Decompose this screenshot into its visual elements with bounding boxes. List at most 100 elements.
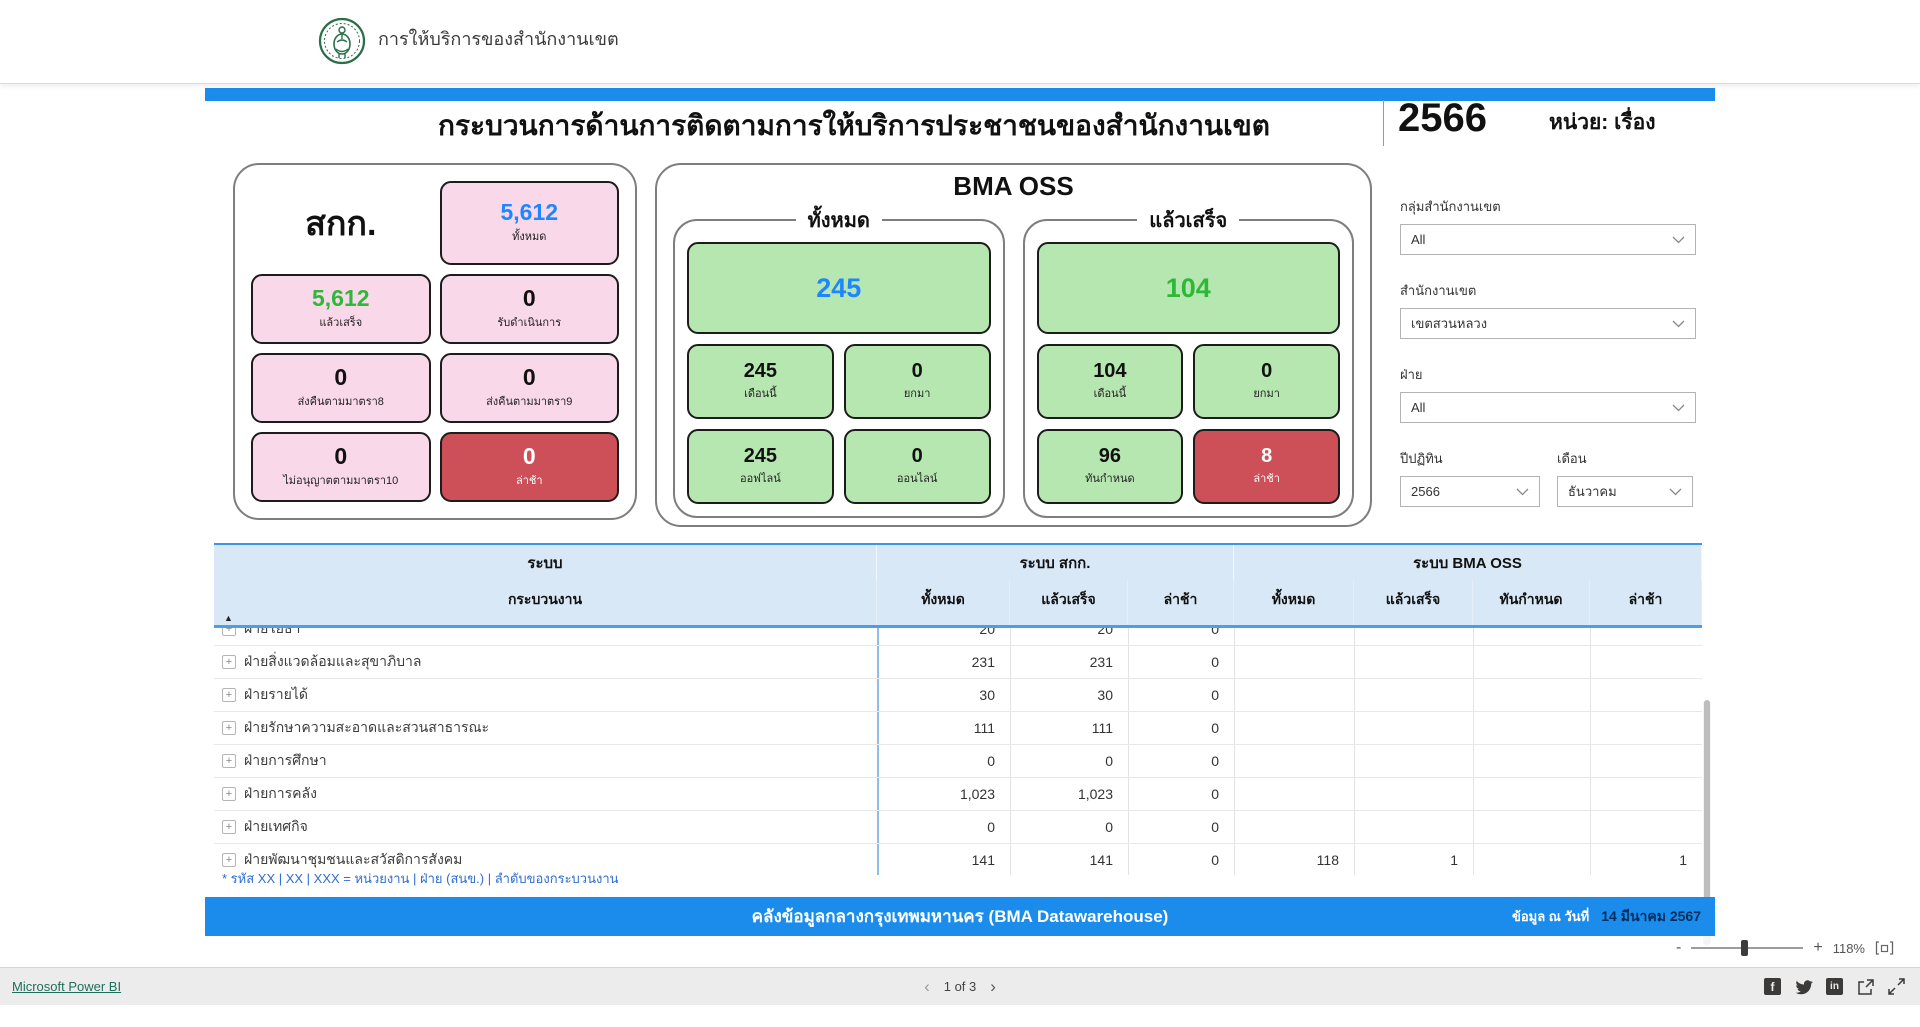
fit-to-page-icon[interactable]: [1875, 941, 1894, 956]
oss-group-legend: แล้วเสร็จ: [1137, 204, 1239, 236]
scrollbar-thumb[interactable]: [1704, 700, 1710, 918]
kpi-value: 0: [523, 445, 536, 468]
column-header-sakok-total[interactable]: ทั้งหมด: [877, 580, 1010, 625]
cell-oss-late: [1590, 628, 1702, 645]
kpi-card-oss-total-carryover: 0 ยกมา: [844, 344, 991, 419]
oss-group-done: แล้วเสร็จ 104 104 เดือนนี้ 0 ยกมา: [1023, 204, 1355, 518]
column-header-oss-total[interactable]: ทั้งหมด: [1234, 580, 1354, 625]
cell-sakok-late: 0: [1128, 745, 1234, 777]
zoom-in-button[interactable]: +: [1813, 940, 1822, 956]
kpi-card-oss-total-online: 0 ออนไลน์: [844, 429, 991, 504]
kpi-value: 5,612: [312, 287, 370, 310]
expand-row-icon[interactable]: +: [222, 688, 236, 702]
kpi-value: 104: [1166, 275, 1211, 302]
table-row: +ฝ่ายการคลัง 1,023 1,023 0: [214, 778, 1702, 811]
kpi-card-sakok-total: 5,612 ทั้งหมด: [440, 181, 620, 265]
cell-oss-ontime: [1473, 745, 1590, 777]
cell-sakok-total: 20: [877, 628, 1010, 645]
kpi-card-oss-done-late: 8 ล่าช้า: [1193, 429, 1340, 504]
month-dropdown[interactable]: ธันวาคม: [1557, 476, 1693, 507]
cell-sakok-total: 231: [877, 646, 1010, 678]
cell-oss-done: [1354, 811, 1473, 843]
kpi-value: 0: [912, 446, 923, 466]
zoom-out-button[interactable]: -: [1676, 940, 1681, 956]
previous-page-icon[interactable]: ‹: [924, 978, 930, 995]
column-header-oss-ontime[interactable]: ทันกำหนด: [1473, 580, 1590, 625]
datawarehouse-footer-bar: คลังข้อมูลกลางกรุงเทพมหานคร (BMA Datawar…: [205, 897, 1715, 936]
app-header: การให้บริการของสำนักงานเขต: [0, 0, 1920, 84]
column-header-oss-late[interactable]: ล่าช้า: [1590, 580, 1702, 625]
expand-row-icon[interactable]: +: [222, 820, 236, 834]
cell-oss-done: [1354, 778, 1473, 810]
cell-oss-ontime: [1473, 679, 1590, 711]
district-dropdown[interactable]: เขตสวนหลวง: [1400, 308, 1696, 339]
cell-sakok-late: 0: [1128, 811, 1234, 843]
cell-oss-total: 118: [1234, 844, 1354, 875]
district-group-dropdown[interactable]: All: [1400, 224, 1696, 255]
kpi-value: 0: [523, 366, 536, 389]
cell-sakok-late: 0: [1128, 646, 1234, 678]
cell-oss-ontime: [1473, 628, 1590, 645]
expand-row-icon[interactable]: +: [222, 853, 236, 867]
sort-ascending-icon[interactable]: ▲: [224, 613, 233, 623]
kpi-label: ส่งคืนตามมาตรา9: [486, 392, 572, 410]
column-header-sakok-done[interactable]: แล้วเสร็จ: [1010, 580, 1128, 625]
table-row: +ฝ่ายเทศกิจ 0 0 0: [214, 811, 1702, 844]
linkedin-icon[interactable]: in: [1825, 977, 1844, 996]
expand-row-icon[interactable]: +: [222, 655, 236, 669]
data-as-of-date: 14 มีนาคม 2567: [1601, 906, 1701, 928]
cell-oss-done: [1354, 745, 1473, 777]
bma-oss-title: BMA OSS: [673, 171, 1354, 202]
kpi-label: ทั้งหมด: [512, 227, 546, 245]
table-row: +ฝ่ายการศึกษา 0 0 0: [214, 745, 1702, 778]
table-row: +ฝ่ายโยธา 20 20 0: [214, 628, 1702, 646]
kpi-card-sakok-inprogress: 0 รับดำเนินการ: [440, 274, 620, 344]
filter-label-department: ฝ่าย: [1400, 364, 1696, 385]
fullscreen-icon[interactable]: [1887, 977, 1906, 996]
table-body: +ฝ่ายโยธา 20 20 0 +ฝ่ายสิ่งแวดล้อมและสุข…: [214, 628, 1702, 875]
twitter-icon[interactable]: [1794, 977, 1813, 996]
zoom-slider-handle[interactable]: [1741, 940, 1748, 956]
kpi-card-sakok-done: 5,612 แล้วเสร็จ: [251, 274, 431, 344]
oss-group-total: ทั้งหมด 245 245 เดือนนี้ 0 ยกมา: [673, 204, 1005, 518]
expand-row-icon[interactable]: +: [222, 754, 236, 768]
table-row: +ฝ่ายสิ่งแวดล้อมและสุขาภิบาล 231 231 0: [214, 646, 1702, 679]
kpi-card-sakok-return9: 0 ส่งคืนตามมาตรา9: [440, 353, 620, 423]
kpi-label: เดือนนี้: [744, 384, 777, 402]
share-icon[interactable]: [1856, 977, 1875, 996]
datawarehouse-title: คลังข้อมูลกลางกรุงเทพมหานคร (BMA Datawar…: [752, 903, 1169, 930]
kpi-value: 96: [1099, 446, 1121, 466]
kpi-label: ล่าช้า: [1253, 469, 1280, 487]
cell-sakok-late: 0: [1128, 628, 1234, 645]
process-name: ฝ่ายรักษาความสะอาดและสวนสาธารณะ: [244, 717, 489, 739]
chevron-down-icon: [1672, 320, 1685, 328]
cell-sakok-total: 0: [877, 745, 1010, 777]
column-header-process[interactable]: กระบวนงาน▲: [214, 580, 877, 625]
cell-oss-late: 1: [1590, 844, 1702, 875]
page-navigation: ‹ 1 of 3 ›: [0, 968, 1920, 1005]
column-header-sakok-late[interactable]: ล่าช้า: [1128, 580, 1234, 625]
zoom-slider[interactable]: [1691, 947, 1803, 949]
zoom-control: - + 118%: [1676, 940, 1894, 956]
cell-sakok-total: 111: [877, 712, 1010, 744]
cell-sakok-done: 0: [1010, 745, 1128, 777]
filter-label-district: สำนักงานเขต: [1400, 280, 1696, 301]
kpi-value: 5,612: [500, 201, 558, 224]
cell-oss-total: [1234, 646, 1354, 678]
year-dropdown[interactable]: 2566: [1400, 476, 1540, 507]
facebook-icon[interactable]: f: [1763, 977, 1782, 996]
dropdown-value: All: [1411, 232, 1425, 247]
cell-oss-late: [1590, 745, 1702, 777]
expand-row-icon[interactable]: +: [222, 628, 236, 636]
next-page-icon[interactable]: ›: [990, 978, 996, 995]
table-group-header: ระบบ ระบบ สกก. ระบบ BMA OSS: [214, 543, 1702, 580]
kpi-card-sakok-late: 0 ล่าช้า: [440, 432, 620, 502]
kpi-label: ทันกำหนด: [1085, 469, 1135, 487]
expand-row-icon[interactable]: +: [222, 721, 236, 735]
kpi-value: 0: [912, 361, 923, 381]
powerbi-bottom-bar: Microsoft Power BI ‹ 1 of 3 › f in: [0, 967, 1920, 1005]
department-dropdown[interactable]: All: [1400, 392, 1696, 423]
cell-oss-done: [1354, 679, 1473, 711]
expand-row-icon[interactable]: +: [222, 787, 236, 801]
column-header-oss-done[interactable]: แล้วเสร็จ: [1354, 580, 1473, 625]
